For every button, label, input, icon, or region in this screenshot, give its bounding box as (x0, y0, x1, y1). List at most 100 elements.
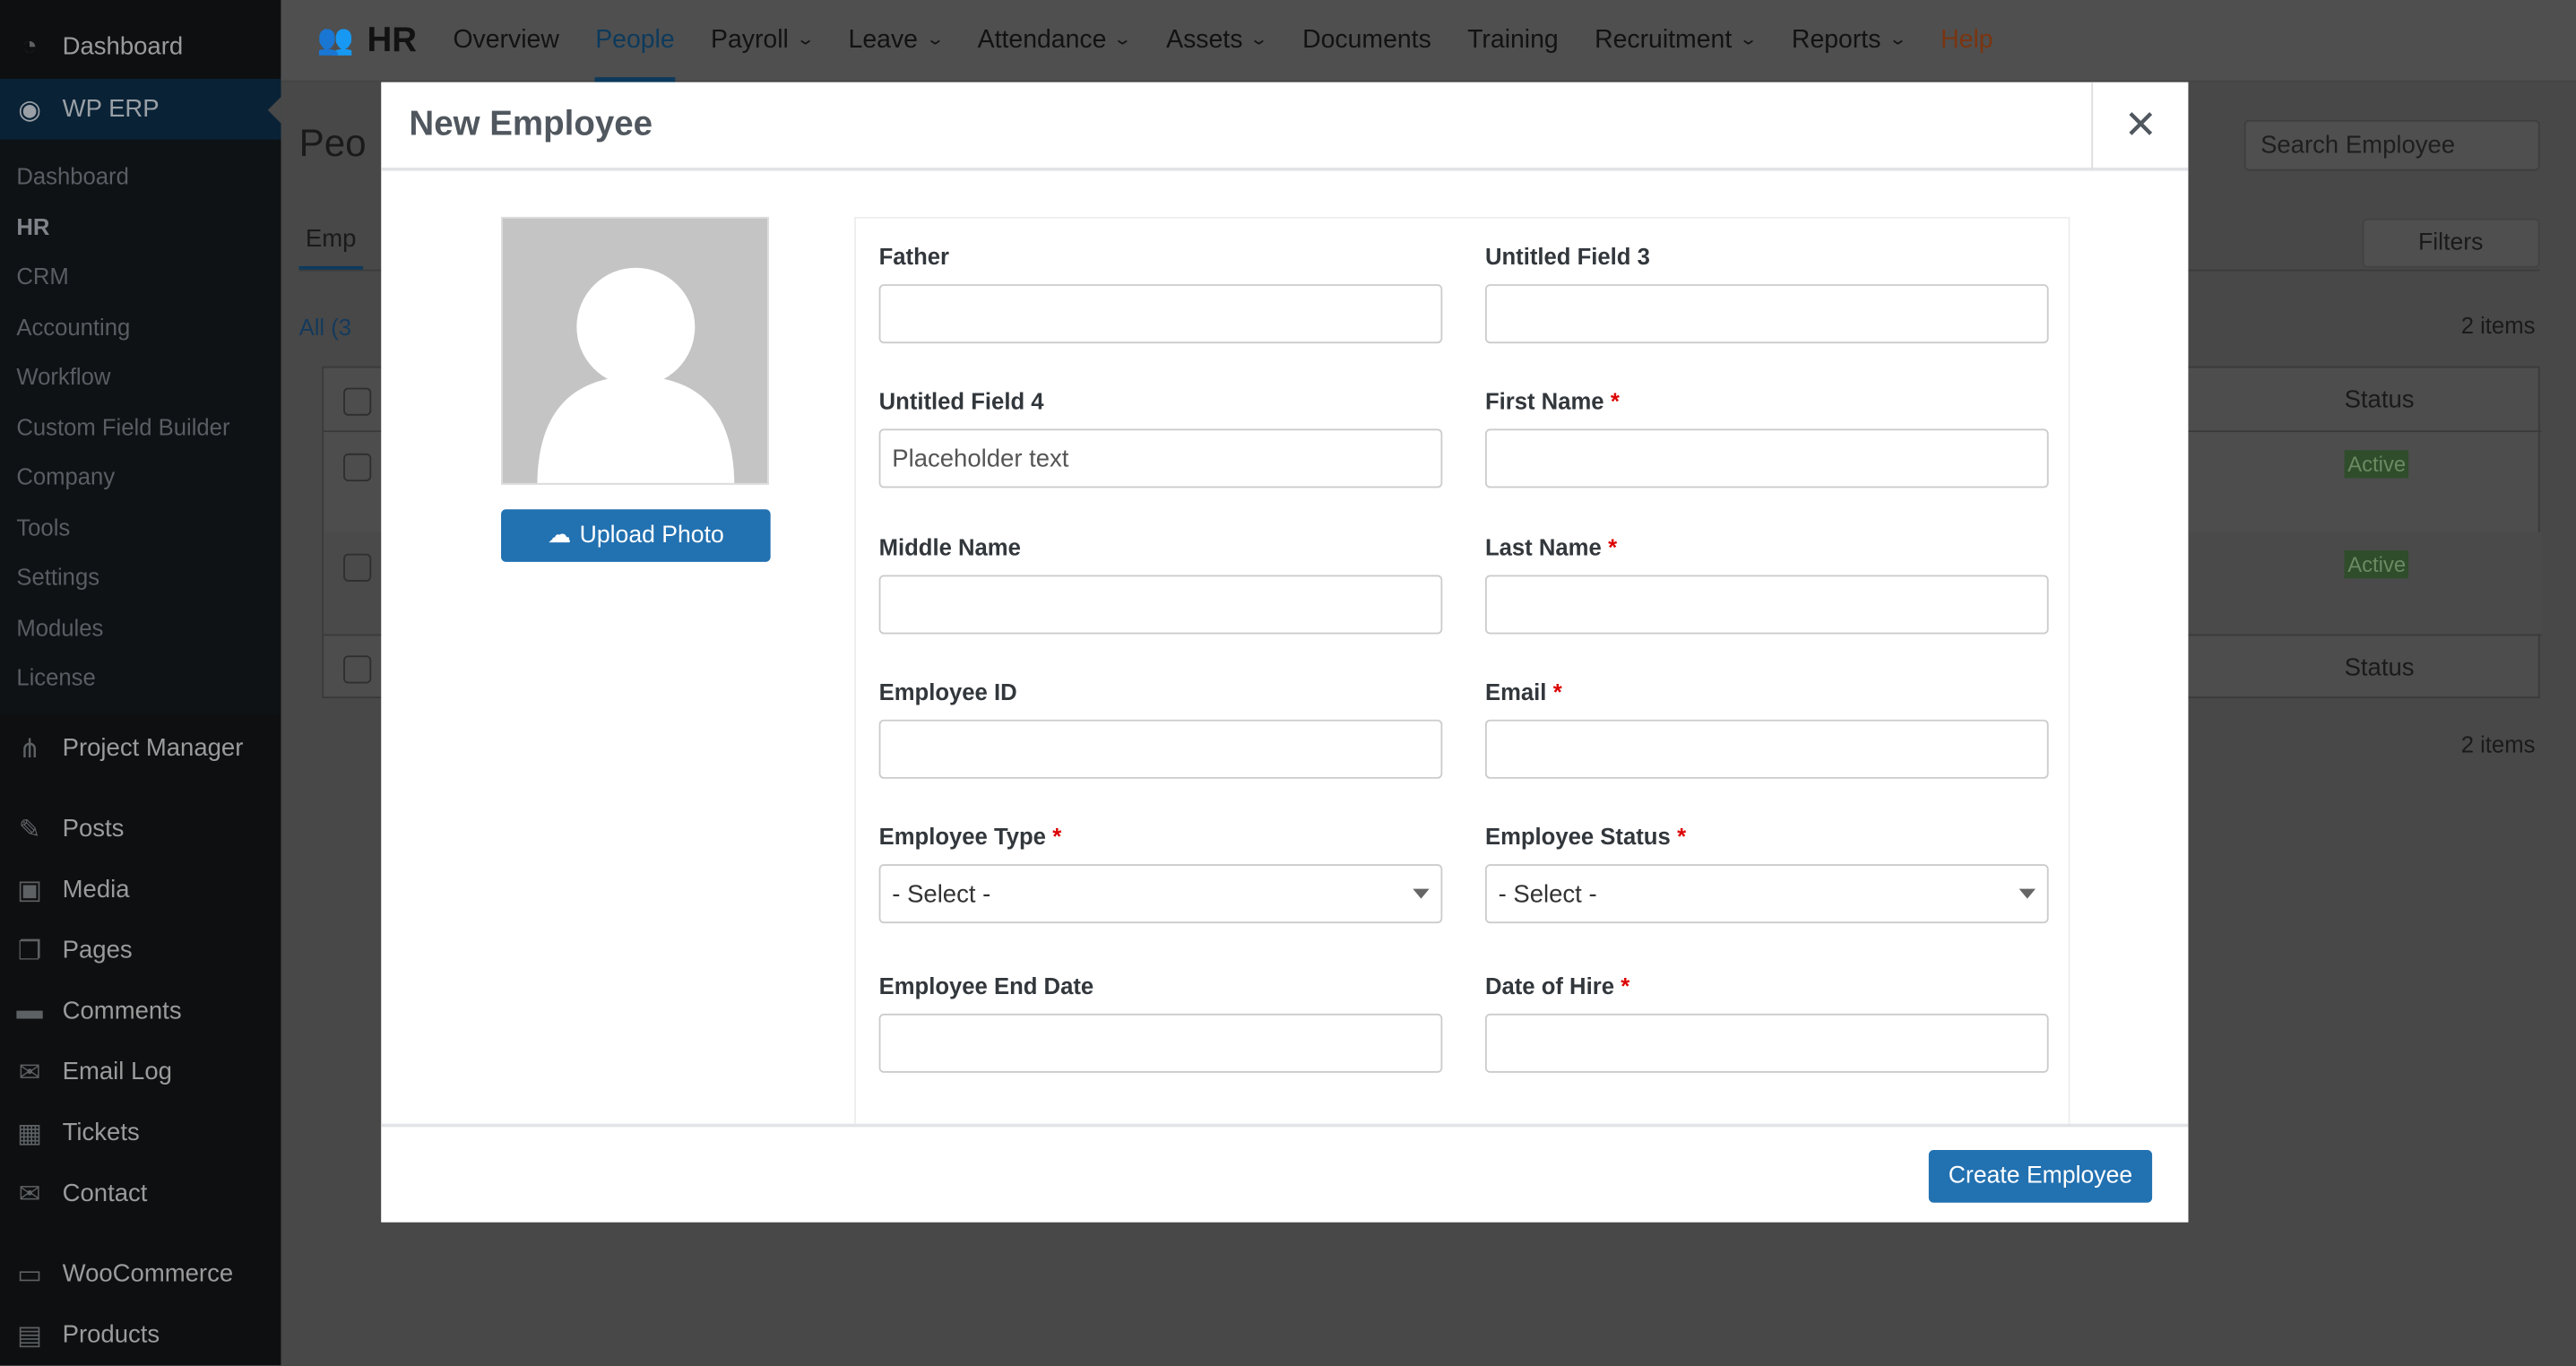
sidebar-subitem-modules[interactable]: Modules (16, 614, 103, 640)
chevron-down-icon: ⌄ (1739, 30, 1759, 49)
close-button[interactable]: ✕ (2091, 82, 2188, 169)
required-mark: * (1552, 678, 1562, 705)
sidebar-dashboard[interactable]: ◔ Dashboard (0, 16, 281, 77)
new-employee-modal: New Employee ✕ ☁ Upload Photo Father Untit… (381, 82, 2189, 1223)
sidebar-subitem-workflow[interactable]: Workflow (16, 363, 110, 389)
email-input[interactable] (1484, 719, 2049, 779)
sidebar-item-pages[interactable]: ❐ Pages (0, 920, 281, 981)
select-all-checkbox[interactable] (343, 387, 372, 416)
first-name-label: First Name * (1484, 387, 1620, 414)
people-group-icon: 👥 (316, 22, 354, 56)
father-label: Father (878, 243, 950, 270)
untitled-field-3-label: Untitled Field 3 (1484, 243, 1650, 270)
items-count-top: 2 items (2460, 312, 2536, 339)
employee-id-input[interactable] (878, 719, 1443, 779)
tab-employees[interactable]: Emp (298, 225, 363, 272)
sidebar-item-email-log[interactable]: ✉ Email Log (0, 1042, 281, 1102)
page-title: Peo (298, 121, 367, 165)
chevron-down-icon: ⌄ (795, 30, 816, 49)
untitled-field-3-input[interactable] (1484, 284, 2049, 344)
sidebar-subitem-company[interactable]: Company (16, 463, 115, 489)
chevron-down-icon: ⌄ (1113, 30, 1133, 49)
required-mark: * (1621, 973, 1630, 999)
dropdown-caret-icon (2018, 888, 2036, 899)
employee-id-label: Employee ID (878, 678, 1017, 705)
sidebar-subitem-custom-field-builder[interactable]: Custom Field Builder (16, 413, 229, 439)
cloud-upload-icon: ☁ (547, 522, 572, 549)
create-employee-button[interactable]: Create Employee (1928, 1150, 2153, 1203)
employee-status-label: Employee Status * (1484, 823, 1687, 850)
grid-icon: ▦ (17, 1120, 42, 1148)
upload-photo-button[interactable]: ☁ Upload Photo (501, 509, 771, 562)
nav-attendance[interactable]: Attendance ⌄ (978, 0, 1133, 82)
employee-form: Father Untitled Field 3 Untitled Field 4 Pl… (854, 216, 2070, 1137)
modal-footer: Create Employee (381, 1123, 2189, 1223)
last-name-label: Last Name * (1484, 533, 1618, 561)
comment-icon: ▬ (16, 996, 43, 1024)
employee-status-select[interactable]: - Select - (1484, 864, 2049, 924)
nav-assets[interactable]: Assets ⌄ (1166, 0, 1269, 82)
nav-training[interactable]: Training (1467, 0, 1559, 82)
row-checkbox[interactable] (343, 553, 372, 582)
filter-all[interactable]: All (3 (299, 314, 351, 340)
nav-reports[interactable]: Reports ⌄ (1792, 0, 1907, 82)
last-name-input[interactable] (1484, 575, 2049, 635)
sidebar-item-tickets[interactable]: ▦ Tickets (0, 1102, 281, 1163)
dropdown-caret-icon (1413, 888, 1430, 899)
active-arrow (267, 97, 281, 124)
items-count-bottom: 2 items (2460, 731, 2536, 757)
search-employee-input[interactable]: Search Employee (2243, 119, 2540, 171)
untitled-field-4-input[interactable]: Placeholder text (878, 428, 1443, 488)
sidebar-item-project-manager[interactable]: ⋔ Project Manager (0, 718, 281, 779)
nav-documents[interactable]: Documents (1302, 0, 1431, 82)
nav-people[interactable]: People (595, 0, 675, 82)
email-label: Email * (1484, 678, 1562, 705)
sidebar-subitem-settings[interactable]: Settings (16, 564, 99, 590)
filters-button[interactable]: Filters (2362, 218, 2540, 268)
sidebar-item-products[interactable]: ▤ Products (0, 1304, 281, 1365)
middle-name-input[interactable] (878, 575, 1443, 635)
sidebar-item-comments[interactable]: ▬ Comments (0, 981, 281, 1042)
sidebar-item-woocommerce[interactable]: ▭ WooCommerce (0, 1244, 281, 1305)
date-of-hire-label: Date of Hire * (1484, 973, 1630, 999)
admin-sidebar: ◔ Dashboard ◉ WP ERP Dashboard HR CRM Account… (0, 0, 281, 1366)
first-name-input[interactable] (1484, 428, 2049, 488)
father-input[interactable] (878, 284, 1443, 344)
untitled-field-4-label: Untitled Field 4 (878, 387, 1044, 414)
employee-end-date-input[interactable] (878, 1013, 1443, 1073)
select-all-checkbox-footer[interactable] (343, 655, 372, 684)
required-mark: * (1052, 823, 1062, 850)
middle-name-label: Middle Name (878, 533, 1021, 561)
date-of-hire-input[interactable] (1484, 1013, 2049, 1073)
chevron-down-icon: ⌄ (1888, 30, 1907, 49)
sidebar-subitem-license[interactable]: License (16, 663, 95, 689)
row-checkbox[interactable] (343, 453, 372, 482)
hr-top-nav: 👥 HR Overview People Payroll ⌄ Leave ⌄ Attenda… (281, 0, 2576, 82)
chevron-down-icon: ⌄ (1249, 30, 1269, 49)
nav-overview[interactable]: Overview (453, 0, 558, 82)
modal-header: New Employee ✕ (381, 82, 2189, 171)
nav-leave[interactable]: Leave ⌄ (849, 0, 945, 82)
required-mark: * (1610, 387, 1620, 414)
employee-type-label: Employee Type * (878, 823, 1062, 850)
sidebar-subitem-hr[interactable]: HR (16, 212, 49, 238)
chevron-down-icon: ⌄ (924, 30, 945, 49)
employee-type-select[interactable]: - Select - (878, 864, 1443, 924)
employee-end-date-label: Employee End Date (878, 973, 1094, 999)
sidebar-wp-erp[interactable]: ◉ WP ERP (0, 78, 281, 140)
sidebar-item-posts[interactable]: ✎ Posts (0, 799, 281, 860)
sidebar-item-media[interactable]: ▣ Media (0, 860, 281, 921)
brand-title: HR (367, 20, 418, 59)
sidebar-item-contact[interactable]: ✉ Contact (0, 1163, 281, 1224)
mail-icon: ✉ (18, 1180, 41, 1209)
sidebar-subitem-crm[interactable]: CRM (16, 263, 68, 289)
nav-help[interactable]: Help (1941, 0, 1993, 82)
person-silhouette-icon (537, 267, 735, 483)
sidebar-subitem-dashboard[interactable]: Dashboard (16, 162, 129, 188)
status-header: Status (2344, 385, 2415, 414)
nav-payroll[interactable]: Payroll ⌄ (711, 0, 815, 82)
nav-recruitment[interactable]: Recruitment ⌄ (1595, 0, 1759, 82)
sidebar-subitem-tools[interactable]: Tools (16, 514, 70, 540)
project-manager-icon: ⋔ (18, 735, 41, 764)
sidebar-subitem-accounting[interactable]: Accounting (16, 313, 130, 339)
